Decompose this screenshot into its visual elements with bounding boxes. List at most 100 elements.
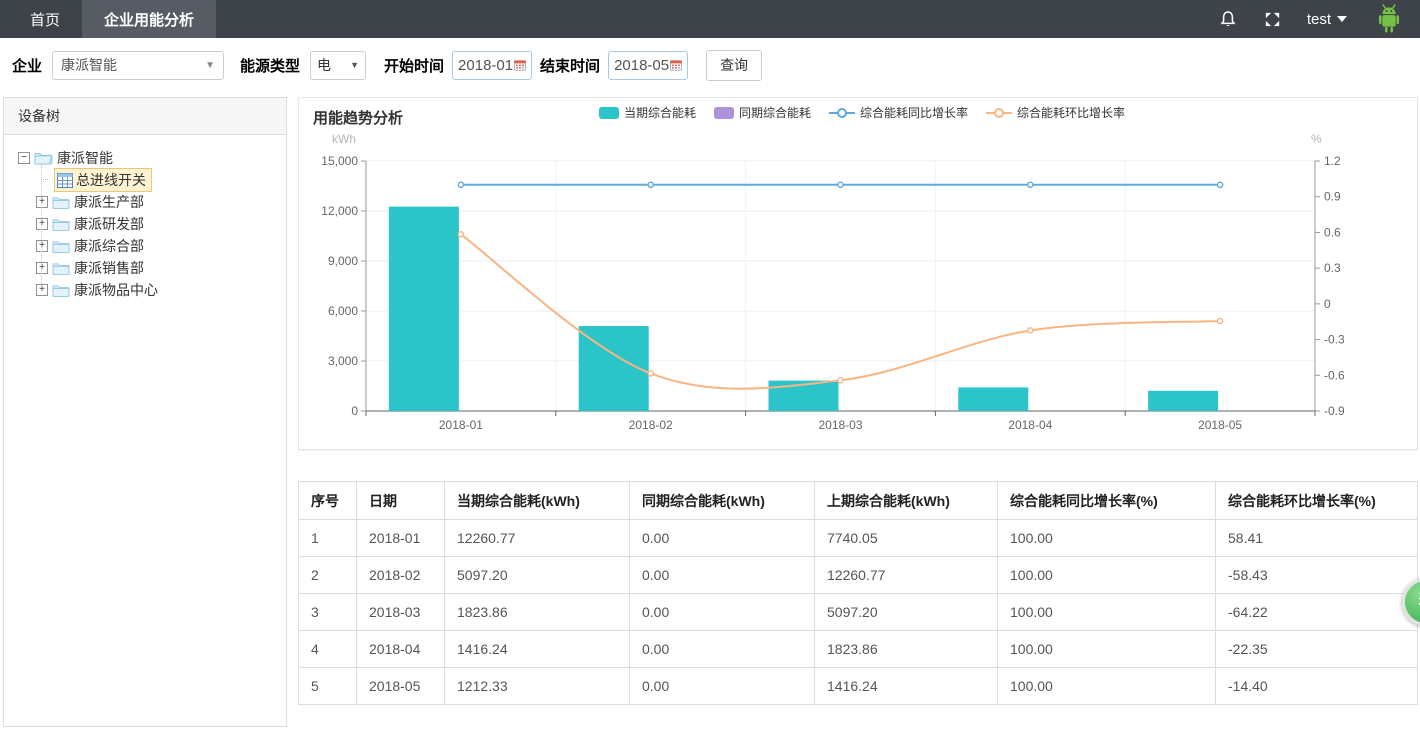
table-row: 12018-01 12260.770.00 7740.05100.00 58.4…	[299, 520, 1418, 557]
svg-text:0: 0	[1324, 297, 1331, 311]
svg-text:0.6: 0.6	[1324, 225, 1341, 239]
user-menu[interactable]: test	[1307, 11, 1347, 28]
legend-item-mom-rate[interactable]: 综合能耗环比增长率	[986, 104, 1125, 121]
tab-energy-label: 企业用能分析	[104, 9, 194, 30]
legend-label: 同期综合能耗	[739, 104, 811, 121]
svg-text:2018-02: 2018-02	[629, 418, 673, 432]
cell: 12260.77	[445, 520, 630, 557]
svg-text:kWh: kWh	[332, 132, 356, 146]
tree-node-rnd[interactable]: + 康派研发部	[36, 213, 286, 235]
svg-text:0: 0	[351, 404, 358, 418]
tree-node-general[interactable]: + 康派综合部	[36, 235, 286, 257]
legend-item-previous-year[interactable]: 同期综合能耗	[714, 104, 811, 121]
expand-icon[interactable]: +	[36, 284, 48, 296]
tree-node-selected[interactable]: 总进线开关	[18, 169, 286, 191]
cell: 2018-02	[357, 557, 445, 594]
cell: 0.00	[630, 594, 815, 631]
energy-type-select[interactable]: 电 ▼	[310, 51, 366, 80]
cell: 100.00	[998, 631, 1216, 668]
avatar[interactable]	[1372, 2, 1406, 36]
cell: -22.35	[1216, 631, 1418, 668]
energy-type-value: 电	[317, 55, 331, 75]
start-date-input[interactable]	[458, 57, 514, 74]
tree-branch-connector	[41, 169, 50, 180]
svg-text:6,000: 6,000	[328, 304, 358, 318]
cell: 58.41	[1216, 520, 1418, 557]
query-button[interactable]: 查询	[706, 50, 762, 81]
cell: 0.00	[630, 520, 815, 557]
svg-text:15,000: 15,000	[321, 154, 358, 168]
user-name: test	[1307, 11, 1331, 28]
svg-text:-0.9: -0.9	[1324, 404, 1345, 418]
svg-text:2018-03: 2018-03	[818, 418, 862, 432]
chart-legend: 当期综合能耗 同期综合能耗 综合能耗同比增长率 综合能耗环比增长率	[599, 104, 1125, 121]
folder-icon	[52, 283, 70, 298]
legend-label: 综合能耗环比增长率	[1017, 104, 1125, 121]
tab-home[interactable]: 首页	[8, 0, 82, 38]
legend-line-marker-mom	[986, 107, 1012, 119]
legend-line-marker-yoy	[829, 107, 855, 119]
chart-title: 用能趋势分析	[313, 107, 403, 128]
expand-icon[interactable]: +	[36, 218, 48, 230]
cell: 2018-01	[357, 520, 445, 557]
col-current-energy: 当期综合能耗(kWh)	[445, 482, 630, 520]
folder-icon	[52, 261, 70, 276]
legend-swatch-previous-year	[714, 107, 734, 119]
cell: 1416.24	[815, 668, 998, 705]
expand-icon[interactable]: +	[36, 262, 48, 274]
cell: 2	[299, 557, 357, 594]
notification-bell-icon[interactable]	[1218, 10, 1238, 29]
cell: 4	[299, 631, 357, 668]
enterprise-dropdown[interactable]: 康派智能 ▼	[52, 51, 224, 80]
cell: 5	[299, 668, 357, 705]
tree-node-production[interactable]: + 康派生产部	[36, 191, 286, 213]
cell: 3	[299, 594, 357, 631]
cell: 2018-03	[357, 594, 445, 631]
collapse-icon[interactable]: −	[18, 152, 30, 164]
folder-icon	[52, 217, 70, 232]
fullscreen-icon[interactable]	[1263, 10, 1282, 29]
tree-node-goods-center[interactable]: + 康派物品中心	[36, 279, 286, 301]
tab-enterprise-energy-analysis[interactable]: 企业用能分析	[82, 0, 216, 38]
svg-text:2018-04: 2018-04	[1008, 418, 1052, 432]
android-robot-icon	[1373, 3, 1405, 35]
tree-node-label: 康派综合部	[74, 236, 144, 256]
expand-icon[interactable]: +	[36, 196, 48, 208]
col-index: 序号	[299, 482, 357, 520]
legend-item-yoy-rate[interactable]: 综合能耗同比增长率	[829, 104, 968, 121]
energy-table-card: 序号 日期 当期综合能耗(kWh) 同期综合能耗(kWh) 上期综合能耗(kWh…	[298, 481, 1418, 705]
meter-grid-icon	[57, 173, 73, 188]
cell: 0.00	[630, 631, 815, 668]
tree-node-sales[interactable]: + 康派销售部	[36, 257, 286, 279]
tree-node-label: 康派生产部	[74, 192, 144, 212]
tree-node-root[interactable]: − 康派智能	[18, 147, 286, 169]
cell: 0.00	[630, 668, 815, 705]
end-time-label: 结束时间	[540, 55, 600, 76]
top-navbar: 首页 企业用能分析 test	[0, 0, 1420, 38]
cell: 1416.24	[445, 631, 630, 668]
tree-node-label: 康派智能	[57, 148, 113, 168]
cell: -14.40	[1216, 668, 1418, 705]
folder-icon	[52, 239, 70, 254]
enterprise-value: 康派智能	[61, 55, 117, 75]
device-tree: − 康派智能 总进线开关 +	[4, 135, 286, 301]
end-date-input[interactable]	[614, 57, 670, 74]
tab-home-label: 首页	[30, 9, 60, 30]
calendar-icon[interactable]	[670, 58, 682, 72]
chevron-down-icon	[1337, 16, 1347, 22]
cell: 2018-04	[357, 631, 445, 668]
device-tree-panel: 设备树 − 康派智能 总进线开关	[3, 97, 287, 727]
legend-item-current[interactable]: 当期综合能耗	[599, 104, 696, 121]
table-row: 42018-04 1416.240.00 1823.86100.00 -22.3…	[299, 631, 1418, 668]
cell: 1823.86	[815, 631, 998, 668]
trend-chart: 03,0006,0009,00012,00015,000-0.9-0.6-0.3…	[299, 98, 1417, 449]
svg-text:%: %	[1311, 132, 1322, 146]
folder-icon	[52, 195, 70, 210]
expand-icon[interactable]: +	[36, 240, 48, 252]
tree-selected-highlight[interactable]: 总进线开关	[54, 168, 152, 192]
col-same-period-energy: 同期综合能耗(kWh)	[630, 482, 815, 520]
cell: 100.00	[998, 520, 1216, 557]
cell: 7740.05	[815, 520, 998, 557]
calendar-icon[interactable]	[514, 58, 526, 72]
cell: 100.00	[998, 557, 1216, 594]
